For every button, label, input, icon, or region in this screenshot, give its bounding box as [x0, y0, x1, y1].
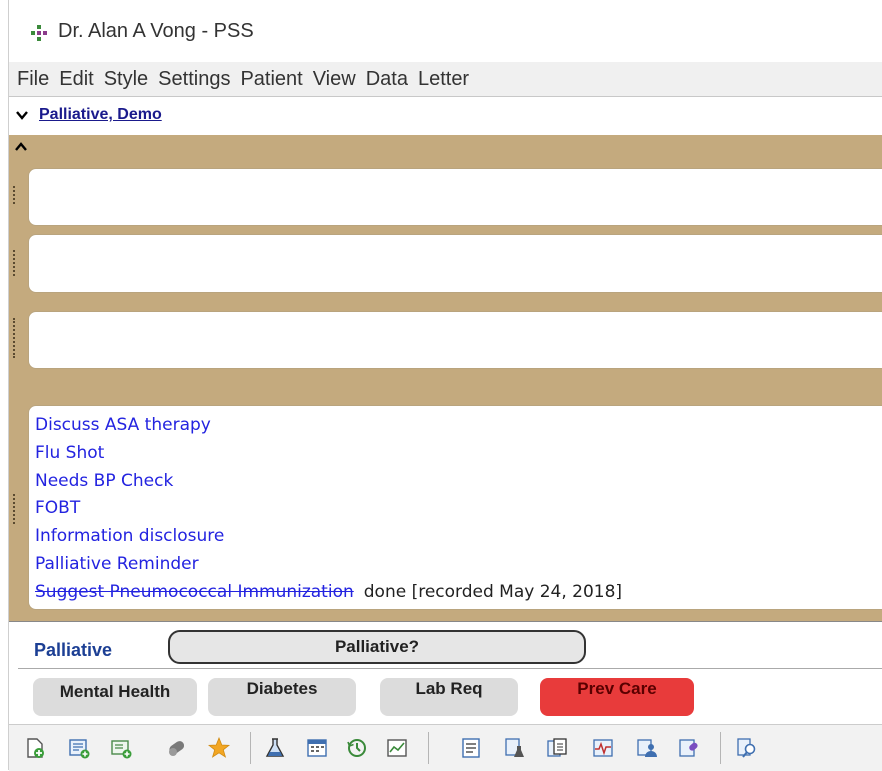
menu-bar: File Edit Style Settings Patient View Da…	[9, 62, 882, 97]
menu-edit[interactable]: Edit	[59, 68, 93, 91]
menu-view[interactable]: View	[313, 68, 356, 91]
reminder-done-note: done [recorded May 24, 2018]	[363, 581, 623, 602]
toolbar-separator	[428, 732, 429, 764]
list-icon[interactable]	[460, 737, 482, 759]
chart-panel-1[interactable]	[28, 168, 882, 226]
patient-name-link[interactable]: Palliative, Demo	[39, 106, 162, 124]
menu-settings[interactable]: Settings	[158, 68, 230, 91]
reminder-item-done[interactable]: Suggest Pneumococcal Immunization done [r…	[35, 579, 622, 607]
menu-letter[interactable]: Letter	[418, 68, 469, 91]
panel-side-marker	[13, 250, 20, 276]
chevron-down-icon[interactable]	[15, 109, 29, 121]
lab-report-icon[interactable]	[504, 737, 526, 759]
menu-file[interactable]: File	[17, 68, 49, 91]
chart-panel-2[interactable]	[28, 234, 882, 293]
palliative-label: Palliative	[34, 640, 113, 660]
panel-side-marker	[13, 494, 20, 524]
reminders-panel: Discuss ASA therapy Flu Shot Needs BP Ch…	[28, 405, 882, 610]
document-stack-icon[interactable]	[546, 737, 568, 759]
flask-icon[interactable]	[264, 737, 286, 759]
palliative-button[interactable]: Palliative?	[168, 630, 586, 664]
reminder-item[interactable]: Information disclosure	[35, 523, 622, 551]
app-logo-icon	[31, 25, 47, 41]
chevron-up-icon[interactable]	[14, 141, 28, 153]
menu-style[interactable]: Style	[104, 68, 148, 91]
reminder-item[interactable]: Palliative Reminder	[35, 551, 622, 579]
window-title: Dr. Alan A Vong - PSS	[58, 20, 254, 42]
add-note-icon[interactable]	[68, 737, 90, 759]
chart-icon[interactable]	[386, 737, 408, 759]
vitals-icon[interactable]	[592, 737, 614, 759]
history-icon[interactable]	[346, 737, 368, 759]
toolbar-separator	[250, 732, 251, 764]
prev-care-button[interactable]: Prev Care	[540, 678, 694, 716]
menu-data[interactable]: Data	[366, 68, 408, 91]
calendar-icon[interactable]	[306, 737, 328, 759]
people-icon[interactable]	[636, 737, 658, 759]
reminder-done-label: Suggest Pneumococcal Immunization	[35, 581, 354, 602]
toolbar-separator	[720, 732, 721, 764]
reminder-item[interactable]: Needs BP Check	[35, 468, 622, 496]
star-icon[interactable]	[208, 737, 230, 759]
reminders-list: Discuss ASA therapy Flu Shot Needs BP Ch…	[35, 412, 622, 607]
patient-header: Palliative, Demo	[9, 97, 882, 136]
panel-side-marker	[13, 318, 20, 358]
reminder-item[interactable]: Flu Shot	[35, 440, 622, 468]
panel-side-marker	[13, 186, 20, 204]
reminder-item[interactable]: FOBT	[35, 495, 622, 523]
mental-health-button[interactable]: Mental Health	[33, 678, 197, 716]
add-form-icon[interactable]	[110, 737, 132, 759]
pills-icon[interactable]	[166, 737, 188, 759]
prescription-icon[interactable]	[678, 737, 700, 759]
lab-req-button[interactable]: Lab Req	[380, 678, 518, 716]
divider	[18, 668, 882, 669]
new-document-icon[interactable]	[24, 737, 46, 759]
menu-patient[interactable]: Patient	[240, 68, 302, 91]
chart-panel-3[interactable]	[28, 311, 882, 369]
reminder-item[interactable]: Discuss ASA therapy	[35, 412, 622, 440]
search-doc-icon[interactable]	[736, 737, 758, 759]
diabetes-button[interactable]: Diabetes	[208, 678, 356, 716]
